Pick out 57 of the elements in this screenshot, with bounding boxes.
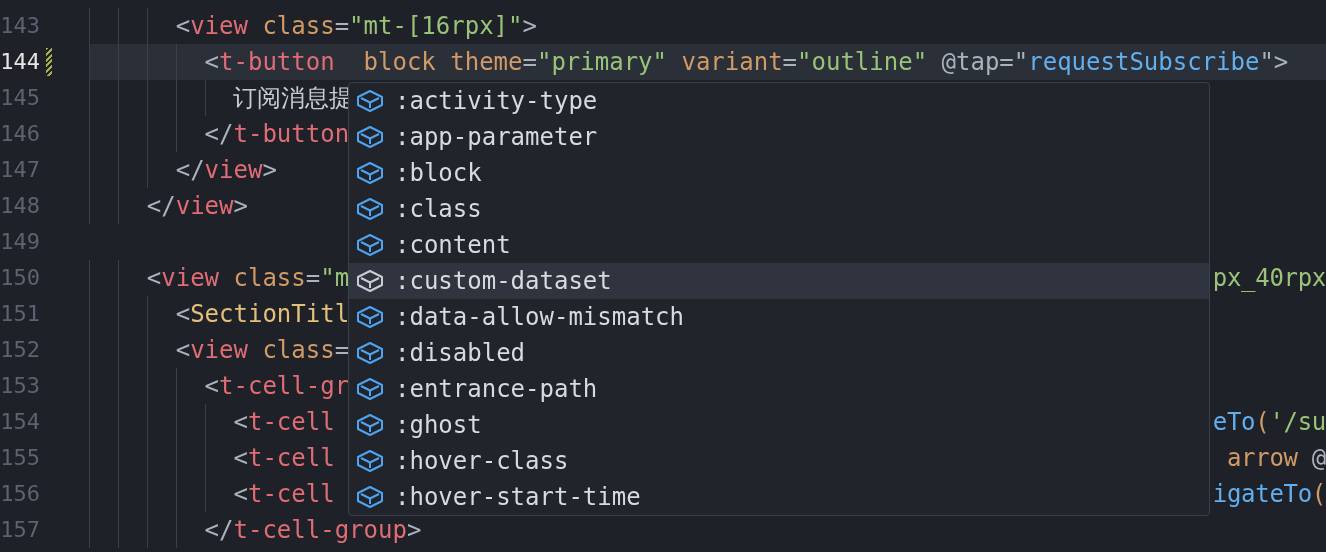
code-line: <t-cell bbox=[232, 479, 335, 510]
line-number: 149 bbox=[0, 228, 40, 256]
line-number: 151 bbox=[0, 300, 40, 328]
suggestion-item[interactable]: :app-parameter bbox=[349, 119, 1209, 155]
cube-icon bbox=[355, 233, 385, 257]
line-number: 143 bbox=[0, 12, 40, 40]
code-line: </t-cell-group> bbox=[203, 515, 422, 546]
cube-icon bbox=[355, 341, 385, 365]
line-number: 156 bbox=[0, 480, 40, 508]
code-line: <t-cell-gr bbox=[203, 371, 350, 402]
code-line: <view class="mt-[16rpx]"> bbox=[174, 11, 537, 42]
modified-marker bbox=[46, 48, 52, 76]
suggestion-item[interactable]: :custom-dataset bbox=[349, 263, 1209, 299]
suggestion-item[interactable]: :entrance-path bbox=[349, 371, 1209, 407]
line-number: 146 bbox=[0, 120, 40, 148]
suggestion-item[interactable]: :activity-type bbox=[349, 83, 1209, 119]
suggestion-item[interactable]: :data-allow-mismatch bbox=[349, 299, 1209, 335]
cube-icon bbox=[355, 89, 385, 113]
cube-icon bbox=[355, 305, 385, 329]
code-line: <view class="m bbox=[145, 263, 350, 294]
line-number: 148 bbox=[0, 192, 40, 220]
line-number: 147 bbox=[0, 156, 40, 184]
line-number: 150 bbox=[0, 264, 40, 292]
code-line: igateTo( bbox=[1212, 479, 1326, 510]
cube-icon bbox=[355, 161, 385, 185]
line-number: 157 bbox=[0, 516, 40, 544]
code-line: </view> bbox=[145, 191, 248, 222]
code-line: px_40rpx bbox=[1212, 263, 1326, 294]
suggestion-item[interactable]: :content bbox=[349, 227, 1209, 263]
cube-icon bbox=[355, 125, 385, 149]
cube-icon bbox=[355, 413, 385, 437]
line-number: 145 bbox=[0, 84, 40, 112]
code-line: arrow @ bbox=[1225, 443, 1326, 474]
suggestion-item[interactable]: :hover-start-time bbox=[349, 479, 1209, 515]
code-line: <t-cell bbox=[232, 407, 335, 438]
code-line: <t-cell bbox=[232, 443, 335, 474]
cube-icon bbox=[355, 485, 385, 509]
suggestion-item[interactable]: :disabled bbox=[349, 335, 1209, 371]
cube-icon bbox=[355, 449, 385, 473]
cube-icon bbox=[355, 269, 385, 293]
suggestion-item[interactable]: :block bbox=[349, 155, 1209, 191]
line-number: 144 bbox=[0, 48, 40, 76]
line-number: 153 bbox=[0, 372, 40, 400]
code-line: <view class= bbox=[174, 335, 350, 366]
cube-icon bbox=[355, 377, 385, 401]
line-number: 154 bbox=[0, 408, 40, 436]
code-line: <SectionTitl bbox=[174, 299, 350, 330]
code-line: </t-button bbox=[203, 119, 350, 150]
line-number: 152 bbox=[0, 336, 40, 364]
code-line: <t-button block theme="primary" variant="outline" @tap="requestSubscribe"> bbox=[203, 47, 1289, 78]
line-number: 155 bbox=[0, 444, 40, 472]
cube-icon bbox=[355, 197, 385, 221]
code-line: </view> bbox=[174, 155, 277, 186]
suggestion-item[interactable]: :hover-class bbox=[349, 443, 1209, 479]
suggestion-item[interactable]: :ghost bbox=[349, 407, 1209, 443]
code-line: eTo('/su bbox=[1212, 407, 1326, 438]
suggestion-item[interactable]: :class bbox=[349, 191, 1209, 227]
